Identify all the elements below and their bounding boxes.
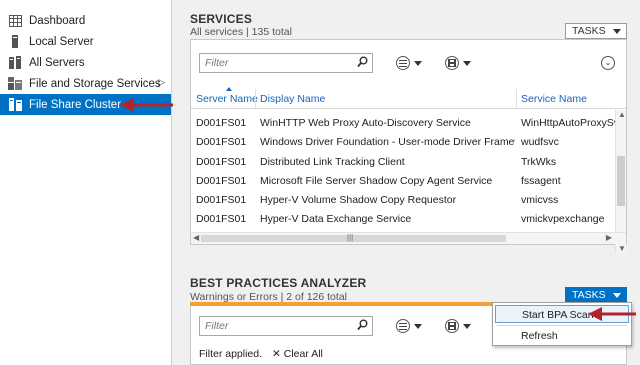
tasks-label: TASKS — [572, 289, 606, 301]
horizontal-scrollbar[interactable]: ◀ ||| ▶ — [191, 232, 626, 244]
services-title: SERVICES — [190, 12, 253, 26]
column-service-name[interactable]: Service Name — [521, 89, 587, 109]
scroll-down-icon[interactable]: ▼ — [618, 244, 626, 253]
dashboard-icon — [8, 14, 22, 28]
annotation-arrow-menu — [588, 307, 636, 321]
save-icon — [445, 56, 459, 70]
table-row[interactable]: D001FS01 Hyper-V Volume Shadow Copy Requ… — [191, 190, 615, 209]
expand-collapse-button[interactable]: ⌄ — [601, 56, 615, 70]
bpa-tasks-button[interactable]: TASKS — [565, 287, 627, 303]
scroll-right-icon[interactable]: ▶ — [606, 233, 612, 242]
services-subtitle: All services | 135 total — [190, 26, 292, 38]
chevron-down-icon — [463, 60, 471, 66]
bpa-title: BEST PRACTICES ANALYZER — [190, 276, 367, 290]
scrollbar-thumb[interactable] — [201, 235, 506, 242]
list-options-button[interactable] — [396, 319, 422, 333]
sidebar-item-label: Dashboard — [29, 14, 86, 27]
services-tasks-button[interactable]: TASKS — [565, 23, 627, 39]
sidebar-item-dashboard[interactable]: Dashboard — [0, 10, 171, 31]
table-row[interactable]: D001FS01 Microsoft File Server Shadow Co… — [191, 171, 615, 190]
chevron-down-icon — [414, 323, 422, 329]
filter-placeholder: Filter — [205, 320, 229, 332]
chevron-down-icon — [613, 292, 621, 298]
services-table-body: D001FS01 WinHTTP Web Proxy Auto-Discover… — [191, 113, 615, 249]
search-icon[interactable] — [357, 56, 368, 71]
sidebar-item-label: Local Server — [29, 35, 94, 48]
chevron-down-icon — [463, 323, 471, 329]
cluster-icon — [8, 98, 22, 112]
scroll-left-icon[interactable]: ◀ — [193, 233, 199, 242]
list-icon — [396, 319, 410, 333]
services-panel: Filter ⌄ Server Name Display Name Servic… — [190, 39, 627, 253]
close-icon: ✕ — [272, 348, 281, 360]
file-storage-icon — [8, 77, 22, 91]
chevron-down-icon — [414, 60, 422, 66]
sidebar-item-all-servers[interactable]: All Servers — [0, 52, 171, 73]
sidebar: Dashboard Local Server All Servers File … — [0, 0, 172, 365]
save-query-button[interactable] — [445, 319, 471, 333]
filter-status-text: Filter applied. — [199, 348, 263, 360]
table-row[interactable]: D001FS01 WinHTTP Web Proxy Auto-Discover… — [191, 113, 615, 132]
column-separator[interactable] — [255, 89, 256, 109]
tasks-label: TASKS — [572, 25, 606, 37]
sort-ascending-icon — [226, 87, 232, 91]
chevron-down-icon — [613, 28, 621, 34]
sidebar-item-label: File Share Cluster — [29, 98, 122, 111]
clear-all-link[interactable]: ✕ Clear All — [272, 348, 323, 360]
servers-icon — [8, 56, 22, 70]
list-options-button[interactable] — [396, 56, 422, 70]
scroll-up-icon[interactable]: ▲ — [618, 110, 626, 119]
menu-divider — [497, 325, 627, 326]
table-row[interactable]: D001FS01 Windows Driver Foundation - Use… — [191, 132, 615, 151]
sidebar-item-label: File and Storage Services — [29, 77, 161, 90]
filter-status-bar: Filter applied. ✕ Clear All — [199, 348, 323, 360]
table-header: Server Name Display Name Service Name — [191, 87, 626, 109]
filter-placeholder: Filter — [205, 57, 229, 69]
table-row[interactable]: D001FS01 Distributed Link Tracking Clien… — [191, 152, 615, 171]
sidebar-item-file-storage[interactable]: File and Storage Services ▷ — [0, 73, 171, 94]
bpa-filter-input[interactable]: Filter — [199, 316, 373, 336]
table-row[interactable]: D001FS01 Hyper-V Data Exchange Service v… — [191, 209, 615, 228]
list-icon — [396, 56, 410, 70]
search-icon[interactable] — [357, 319, 368, 334]
sidebar-item-local-server[interactable]: Local Server — [0, 31, 171, 52]
chevron-right-icon[interactable]: ▷ — [158, 77, 165, 88]
column-display-name[interactable]: Display Name — [260, 89, 325, 109]
menu-item-refresh[interactable]: Refresh — [495, 327, 629, 345]
chevron-down-icon: ⌄ — [604, 58, 612, 67]
services-filter-input[interactable]: Filter — [199, 53, 373, 73]
server-icon — [8, 35, 22, 49]
grip-icon: ||| — [347, 233, 354, 242]
column-separator[interactable] — [516, 89, 517, 109]
column-server-name[interactable]: Server Name — [196, 87, 258, 109]
save-icon — [445, 319, 459, 333]
scrollbar-thumb[interactable] — [617, 156, 625, 206]
save-query-button[interactable] — [445, 56, 471, 70]
sidebar-item-label: All Servers — [29, 56, 85, 69]
